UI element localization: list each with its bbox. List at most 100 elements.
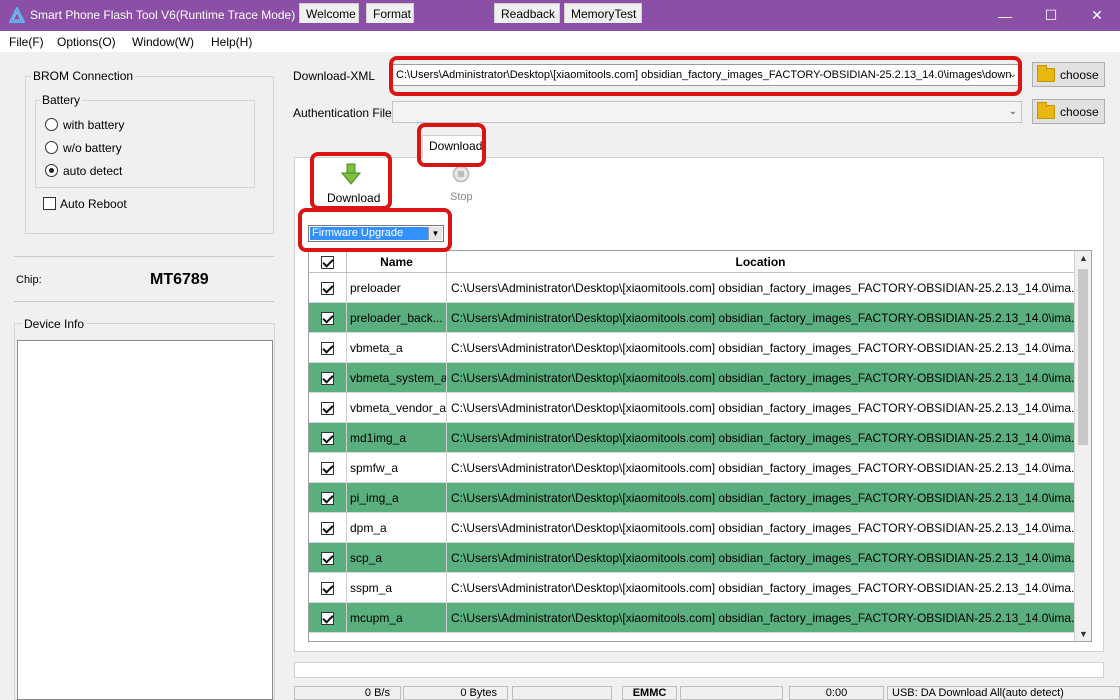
radio-wo-battery[interactable] (45, 141, 58, 154)
table-row[interactable]: preloader C:\Users\Administrator\Desktop\… (309, 273, 1074, 303)
row-checkbox[interactable] (321, 491, 334, 505)
tab-welcome[interactable]: Welcome (299, 3, 359, 23)
table-row[interactable]: vbmeta_vendor_a C:\Users\Administrator\De… (309, 393, 1074, 423)
menu-help[interactable]: Help(H) (211, 35, 252, 49)
location-column-header[interactable]: Location (447, 251, 1074, 273)
download-xml-label: Download-XML (293, 69, 376, 83)
tab-format[interactable]: Format (366, 3, 414, 23)
auto-reboot-checkbox[interactable] (43, 197, 56, 210)
auto-reboot-label: Auto Reboot (60, 197, 127, 211)
row-checkbox-cell (309, 333, 347, 363)
wo-battery-label: w/o battery (63, 141, 122, 155)
row-checkbox[interactable] (321, 581, 334, 595)
tab-download[interactable]: Download (422, 135, 486, 158)
row-checkbox[interactable] (321, 311, 334, 325)
close-button[interactable]: ✕ (1074, 0, 1120, 31)
divider (14, 301, 274, 302)
row-checkbox-cell (309, 453, 347, 483)
partition-location[interactable]: C:\Users\Administrator\Desktop\[xiaomito… (447, 453, 1074, 483)
download-xml-select[interactable]: C:\Users\Administrator\Desktop\[xiaomito… (392, 64, 1022, 86)
partition-location[interactable]: C:\Users\Administrator\Desktop\[xiaomito… (447, 603, 1074, 633)
chevron-down-icon[interactable]: ▼ (428, 227, 442, 240)
download-button[interactable]: Download (318, 160, 384, 206)
menu-file[interactable]: File(F) (9, 35, 44, 49)
scroll-down-icon[interactable]: ▼ (1079, 629, 1088, 639)
mode-select-value: Firmware Upgrade (310, 227, 428, 240)
choose-label: choose (1060, 67, 1099, 82)
partition-name: dpm_a (347, 513, 447, 543)
table-row[interactable]: spmfw_a C:\Users\Administrator\Desktop\[x… (309, 453, 1074, 483)
brom-connection-label: BROM Connection (31, 69, 136, 83)
table-row[interactable]: preloader_back... C:\Users\Administrator\… (309, 303, 1074, 333)
minimize-button[interactable]: — (982, 0, 1028, 31)
menu-window[interactable]: Window(W) (132, 35, 194, 49)
status-bytes: 0 Bytes (403, 686, 508, 700)
row-checkbox[interactable] (321, 521, 334, 535)
maximize-button[interactable]: ☐ (1028, 0, 1074, 31)
status-speed: 0 B/s (294, 686, 401, 700)
row-checkbox-cell (309, 483, 347, 513)
chevron-down-icon: ⌄ (1008, 106, 1017, 117)
download-xml-value: C:\Users\Administrator\Desktop\[xiaomito… (396, 69, 1012, 81)
row-checkbox[interactable] (321, 551, 334, 565)
radio-with-battery[interactable] (45, 118, 58, 131)
table-row[interactable]: mcupm_a C:\Users\Administrator\Desktop\[x… (309, 603, 1074, 633)
row-checkbox-cell (309, 513, 347, 543)
select-all-checkbox[interactable] (321, 255, 334, 269)
table-row[interactable]: vbmeta_a C:\Users\Administrator\Desktop\[… (309, 333, 1074, 363)
tab-memorytest[interactable]: MemoryTest (564, 3, 642, 23)
menu-options[interactable]: Options(O) (57, 35, 116, 49)
partition-location[interactable]: C:\Users\Administrator\Desktop\[xiaomito… (447, 333, 1074, 363)
tab-readback[interactable]: Readback (494, 3, 560, 23)
row-checkbox[interactable] (321, 461, 334, 475)
partition-location[interactable]: C:\Users\Administrator\Desktop\[xiaomito… (447, 363, 1074, 393)
row-checkbox[interactable] (321, 341, 334, 355)
partition-location[interactable]: C:\Users\Administrator\Desktop\[xiaomito… (447, 573, 1074, 603)
auto-detect-label: auto detect (63, 164, 123, 178)
table-row[interactable]: md1img_a C:\Users\Administrator\Desktop\[… (309, 423, 1074, 453)
choose-download-xml-button[interactable]: choose (1032, 62, 1105, 87)
with-battery-label: with battery (63, 118, 125, 132)
device-info-label: Device Info (22, 317, 87, 331)
partition-location[interactable]: C:\Users\Administrator\Desktop\[xiaomito… (447, 273, 1074, 303)
divider (14, 256, 274, 257)
partition-name: preloader_back... (347, 303, 447, 333)
scrollbar-thumb[interactable] (1078, 269, 1088, 445)
download-label: Download (327, 191, 381, 205)
progress-bar (294, 662, 1104, 678)
mode-select[interactable]: Firmware Upgrade ▼ (308, 225, 444, 242)
name-column-header[interactable]: Name (347, 251, 447, 273)
chevron-down-icon: ⌄ (1008, 69, 1017, 80)
partition-location[interactable]: C:\Users\Administrator\Desktop\[xiaomito… (447, 483, 1074, 513)
partition-name: sspm_a (347, 573, 447, 603)
row-checkbox-cell (309, 303, 347, 333)
table-row[interactable]: sspm_a C:\Users\Administrator\Desktop\[xi… (309, 573, 1074, 603)
status-time: 0:00 (789, 686, 884, 700)
partition-location[interactable]: C:\Users\Administrator\Desktop\[xiaomito… (447, 303, 1074, 333)
table-scrollbar[interactable]: ▲ ▼ (1074, 251, 1091, 641)
partition-location[interactable]: C:\Users\Administrator\Desktop\[xiaomito… (447, 513, 1074, 543)
table-row[interactable]: dpm_a C:\Users\Administrator\Desktop\[xia… (309, 513, 1074, 543)
partition-location[interactable]: C:\Users\Administrator\Desktop\[xiaomito… (447, 423, 1074, 453)
partition-location[interactable]: C:\Users\Administrator\Desktop\[xiaomito… (447, 393, 1074, 423)
table-row[interactable]: vbmeta_system_a C:\Users\Administrator\De… (309, 363, 1074, 393)
auth-file-select[interactable]: ⌄ (392, 101, 1022, 123)
window-title: Smart Phone Flash Tool V6(Runtime Trace … (30, 8, 296, 22)
device-info-box[interactable] (17, 340, 273, 700)
partition-table: Name Location preloader C:\Users\Administ… (308, 250, 1092, 642)
stop-button[interactable]: Stop (446, 163, 478, 207)
table-row[interactable]: scp_a C:\Users\Administrator\Desktop\[xia… (309, 543, 1074, 573)
table-row[interactable]: pi_img_a C:\Users\Administrator\Desktop\[… (309, 483, 1074, 513)
choose-auth-file-button[interactable]: choose (1032, 99, 1105, 124)
partition-name: scp_a (347, 543, 447, 573)
row-checkbox[interactable] (321, 401, 334, 415)
row-checkbox[interactable] (321, 431, 334, 445)
partition-location[interactable]: C:\Users\Administrator\Desktop\[xiaomito… (447, 543, 1074, 573)
row-checkbox[interactable] (321, 371, 334, 385)
radio-auto-detect[interactable] (45, 164, 58, 177)
row-checkbox[interactable] (321, 611, 334, 625)
row-checkbox-cell (309, 603, 347, 633)
row-checkbox-cell (309, 363, 347, 393)
scroll-up-icon[interactable]: ▲ (1079, 253, 1088, 263)
row-checkbox[interactable] (321, 281, 334, 295)
